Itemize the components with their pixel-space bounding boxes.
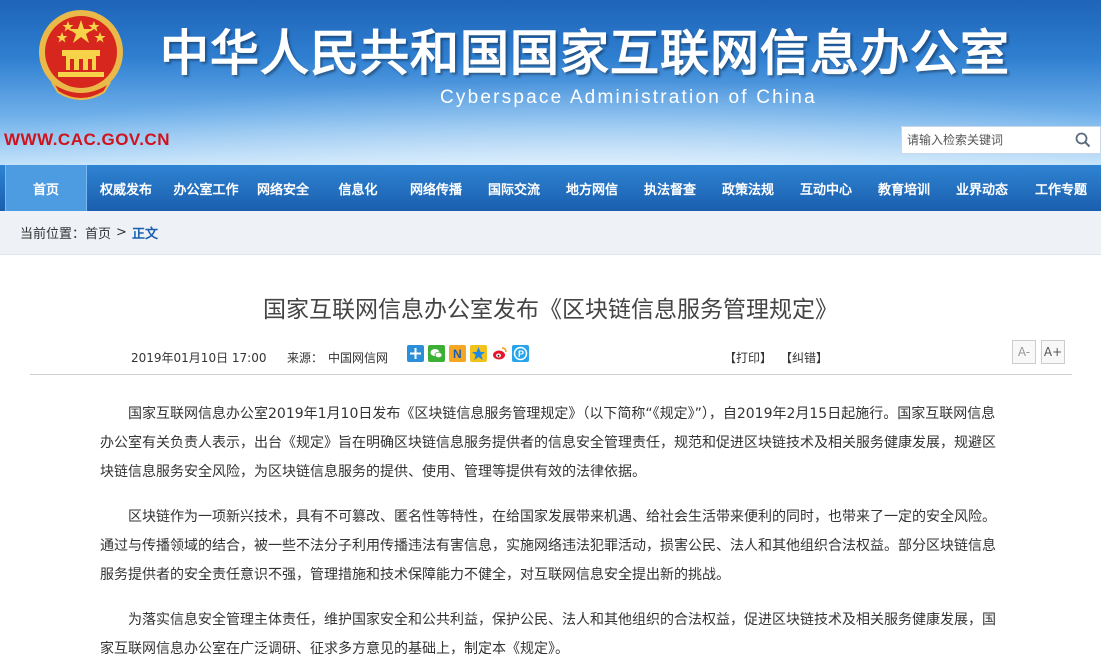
article-paragraph: 为落实信息安全管理主体责任，维护国家安全和公共利益，保护公民、法人和其他组织的合…: [100, 612, 996, 657]
national-emblem-icon: [39, 10, 123, 100]
nav-item-work-topics[interactable]: 工作专题: [1021, 165, 1101, 211]
site-url[interactable]: WWW.CAC.GOV.CN: [4, 130, 170, 150]
svg-text:N: N: [453, 347, 462, 361]
svg-text:P: P: [518, 349, 524, 359]
meta-divider: [30, 374, 1072, 375]
nav-item-home[interactable]: 首页: [5, 165, 87, 211]
nav-item-interaction-center[interactable]: 互动中心: [787, 165, 865, 211]
qzone-icon[interactable]: [470, 345, 487, 362]
breadcrumb: 当前位置： 首页 > 正文: [0, 211, 1101, 255]
nav-item-office-work[interactable]: 办公室工作: [165, 165, 247, 211]
font-increase-button[interactable]: A+: [1041, 340, 1065, 364]
print-link[interactable]: 【打印】: [724, 349, 772, 366]
search-icon[interactable]: [1072, 129, 1094, 151]
nav-item-local-cac[interactable]: 地方网信: [553, 165, 631, 211]
article-paragraph: 国家互联网信息办公室2019年1月10日发布《区块链信息服务管理规定》（以下简称…: [100, 406, 996, 480]
share-icons: N P: [407, 345, 529, 362]
site-title: 中华人民共和国国家互联网信息办公室: [160, 24, 1011, 82]
search-box: [901, 126, 1101, 154]
nav-item-cyber-security[interactable]: 网络安全: [247, 165, 319, 211]
font-decrease-button[interactable]: A-: [1012, 340, 1036, 364]
article-meta: 2019年01月10日 17:00 来源： 中国网信网 N P 【打印】 【纠错…: [0, 340, 1101, 372]
source-name: 中国网信网: [328, 351, 389, 365]
site-subtitle: Cyberspace Administration of China: [440, 87, 817, 108]
nav-item-authoritative-release[interactable]: 权威发布: [87, 165, 165, 211]
article-title: 国家互联网信息办公室发布《区块链信息服务管理规定》: [263, 297, 838, 323]
nav-item-policies-regulations[interactable]: 政策法规: [709, 165, 787, 211]
wechat-icon[interactable]: [428, 345, 445, 362]
article-body: 国家互联网信息办公室2019年1月10日发布《区块链信息服务管理规定》（以下简称…: [100, 400, 1005, 672]
publish-date: 2019年01月10日 17:00: [131, 351, 267, 365]
correct-link[interactable]: 【纠错】: [780, 349, 828, 366]
nav-item-informatization[interactable]: 信息化: [319, 165, 397, 211]
nav-item-law-enforcement[interactable]: 执法督查: [631, 165, 709, 211]
source-label: 来源：: [287, 351, 324, 365]
n-share-icon[interactable]: N: [449, 345, 466, 362]
nav-item-international-exchange[interactable]: 国际交流: [475, 165, 553, 211]
breadcrumb-label: 当前位置：: [20, 227, 86, 242]
breadcrumb-home-link[interactable]: 首页: [85, 223, 111, 242]
nav-item-education-training[interactable]: 教育培训: [865, 165, 943, 211]
p-share-icon[interactable]: P: [512, 345, 529, 362]
weibo-icon[interactable]: [491, 345, 508, 362]
search-input[interactable]: [902, 127, 1072, 153]
plus-share-icon[interactable]: [407, 345, 424, 362]
breadcrumb-separator: >: [116, 225, 127, 240]
main-nav: 首页 权威发布 办公室工作 网络安全 信息化 网络传播 国际交流 地方网信 执法…: [0, 165, 1101, 211]
site-header: 中华人民共和国国家互联网信息办公室 Cyberspace Administrat…: [0, 0, 1101, 165]
breadcrumb-current: 正文: [131, 227, 158, 242]
nav-item-industry-news[interactable]: 业界动态: [943, 165, 1021, 211]
article-paragraph: 区块链作为一项新兴技术，具有不可篡改、匿名性等特性，在给国家发展带来机遇、给社会…: [100, 509, 996, 583]
nav-item-network-communication[interactable]: 网络传播: [397, 165, 475, 211]
